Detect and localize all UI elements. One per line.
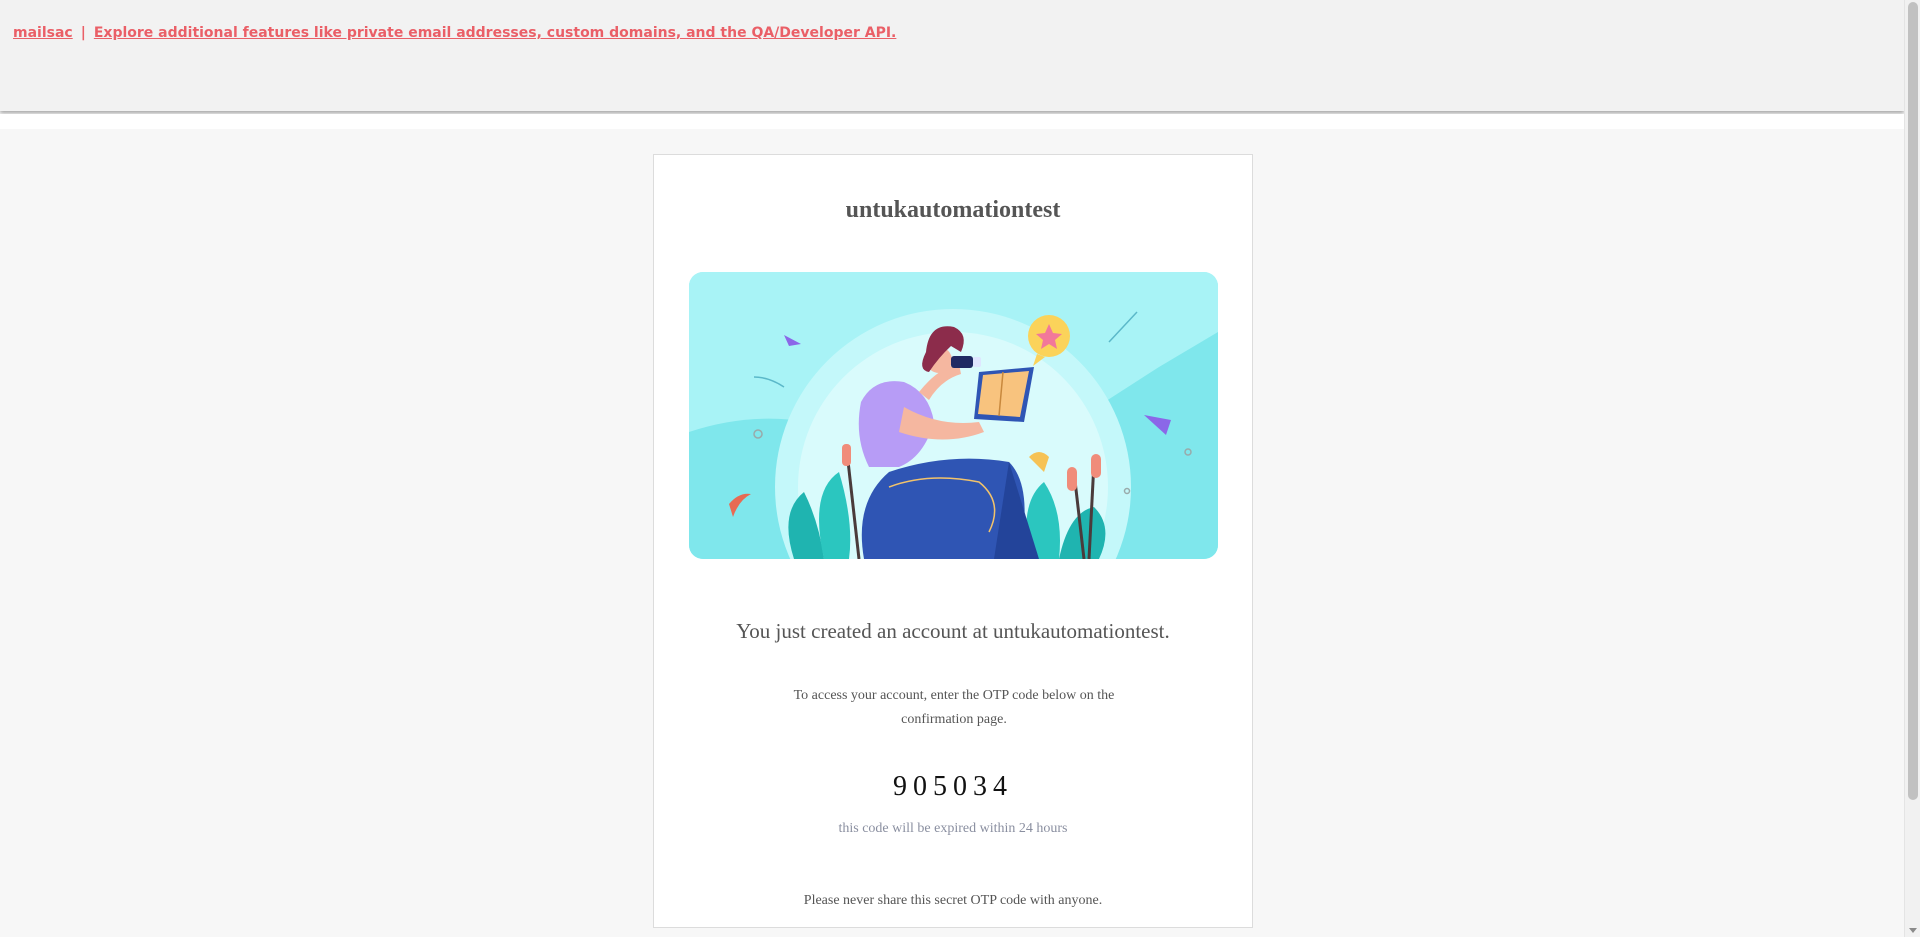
- promo-link[interactable]: Explore additional features like private…: [94, 25, 897, 41]
- banner-gap: [0, 114, 1904, 129]
- top-banner: mailsac | Explore additional features like…: [0, 0, 1904, 111]
- woman-reading-illustration: [689, 272, 1218, 559]
- scrollbar-thumb[interactable]: [1908, 2, 1918, 800]
- otp-instructions: To access your account, enter the OTP co…: [793, 688, 1115, 727]
- scroll-down-arrow-icon[interactable]: [1909, 928, 1917, 933]
- banner-separator: |: [80, 25, 86, 41]
- page-scrollbar[interactable]: [1904, 0, 1920, 937]
- hero-illustration: [689, 272, 1218, 559]
- email-card: untukautomationtest You just created an …: [653, 154, 1253, 928]
- banner-links: mailsac | Explore additional features like…: [13, 25, 896, 41]
- security-warning: Please never share this secret OTP code …: [803, 893, 1103, 908]
- otp-expiry-note: this code will be expired within 24 hour…: [838, 821, 1068, 836]
- account-created-headline: You just created an account at untukauto…: [736, 619, 1170, 643]
- mailsac-link[interactable]: mailsac: [13, 25, 73, 41]
- otp-code: 905034: [893, 771, 1013, 802]
- email-title: untukautomationtest: [845, 197, 1061, 223]
